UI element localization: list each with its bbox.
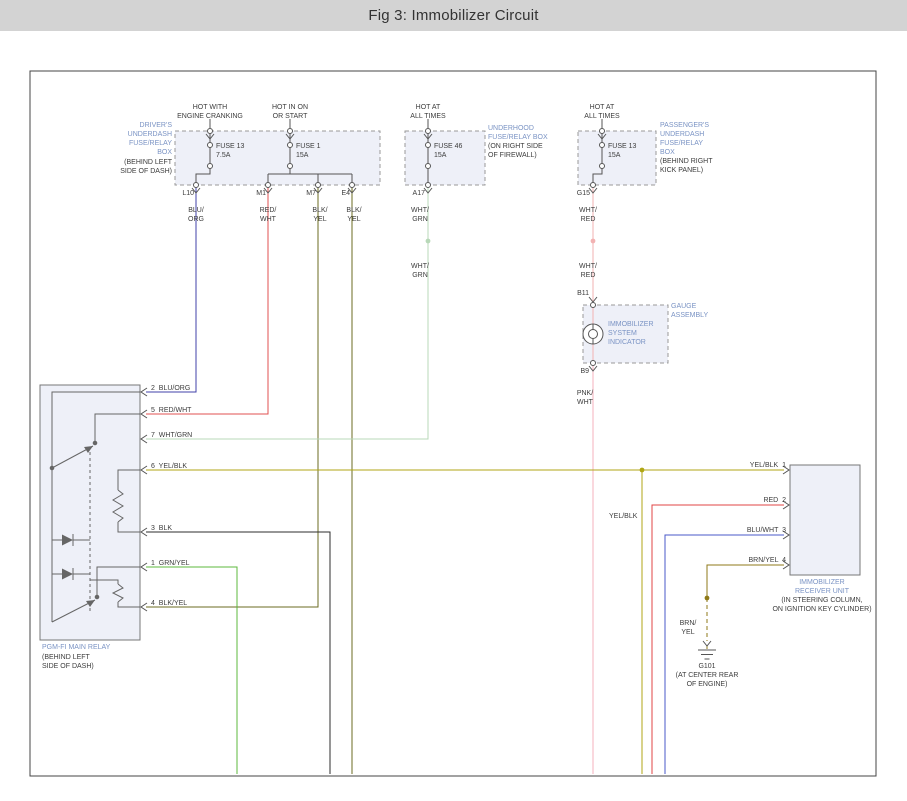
immobilizer-receiver-outline — [790, 465, 860, 575]
ground-symbol — [698, 641, 716, 659]
passengers-fuse-box-location: (BEHIND RIGHT KICK PANEL) — [660, 157, 713, 175]
splice-brn-yel — [705, 596, 710, 601]
hot-in-on-or-start-label: HOT IN ON OR START — [250, 103, 330, 121]
pgm-fi-relay-label: PGM-FI MAIN RELAY — [42, 643, 110, 652]
hot-at-all-times-label-1: HOT AT ALL TIMES — [398, 103, 458, 121]
wire-label-red-wht: RED/ WHT — [250, 206, 286, 224]
splice-wht-grn — [426, 239, 431, 244]
receiver-pin-3-label: BLU/WHT 3 — [716, 526, 786, 535]
connector-g15: G15 — [572, 189, 590, 198]
connector-e4: E4 — [334, 189, 350, 198]
drivers-fuse-box-outline — [175, 131, 380, 185]
wire-label-brn-yel: BRN/ YEL — [672, 619, 704, 637]
underhood-fuse-box-label: UNDERHOOD FUSE/RELAY BOX — [488, 124, 548, 142]
pgm-fi-relay-location: (BEHIND LEFT SIDE OF DASH) — [42, 653, 94, 671]
wire-label-blk-yel-m7: BLK/ YEL — [302, 206, 338, 224]
splice-wht-red — [591, 239, 596, 244]
junction-yel-blk — [640, 468, 645, 473]
connector-a17: A17 — [407, 189, 425, 198]
drivers-fuse-box-label: DRIVER'S UNDERDASH FUSE/RELAY BOX — [92, 121, 172, 157]
receiver-pin-2-label: RED 2 — [716, 496, 786, 505]
receiver-unit-label: IMMOBILIZER RECEIVER UNIT — [752, 578, 892, 596]
connector-l10: L10 — [178, 189, 194, 198]
connector-b9: B9 — [573, 367, 589, 376]
hot-at-all-times-label-2: HOT AT ALL TIMES — [572, 103, 632, 121]
relay-pin-4-label: 4 BLK/YEL — [151, 599, 187, 608]
connector-m7: M7 — [300, 189, 316, 198]
junction-dots — [426, 239, 710, 601]
passengers-fuse-box-label: PASSENGER'S UNDERDASH FUSE/RELAY BOX — [660, 121, 709, 157]
hot-with-engine-cranking-label: HOT WITH ENGINE CRANKING — [165, 103, 255, 121]
receiver-pin-arrows — [783, 466, 789, 569]
ground-g101-label: G101 — [689, 662, 725, 671]
connector-m1: M1 — [250, 189, 266, 198]
relay-pin-3-label: 3 BLK — [151, 524, 172, 533]
drivers-fuse-box-location: (BEHIND LEFT SIDE OF DASH) — [92, 158, 172, 176]
wire-label-blu-org: BLU/ ORG — [178, 206, 214, 224]
relay-pin-5-label: 5 RED/WHT — [151, 406, 191, 415]
receiver-pin-4-label: BRN/YEL 4 — [716, 556, 786, 565]
wire-label-wht-grn-lower: WHT/ GRN — [402, 262, 438, 280]
wire-label-yel-blk-branch: YEL/BLK — [609, 512, 637, 521]
immobilizer-circuit-page: Fig 3: Immobilizer Circuit — [0, 0, 907, 801]
underhood-fuse-box-location: (ON RIGHT SIDE OF FIREWALL) — [488, 142, 543, 160]
gauge-assembly-label: GAUGE ASSEMBLY — [671, 302, 708, 320]
fuse13-passenger-label: FUSE 13 15A — [608, 142, 636, 160]
fuse13-driver-label: FUSE 13 7.5A — [216, 142, 244, 160]
indicator-bulb-icon — [583, 324, 603, 344]
relay-pin-2-label: 2 BLU/ORG — [151, 384, 190, 393]
wire-blk-yel-m7 — [146, 185, 318, 607]
relay-pin-7-label: 7 WHT/GRN — [151, 431, 192, 440]
immobilizer-indicator-label: IMMOBILIZER SYSTEM INDICATOR — [608, 320, 654, 347]
wire-label-pnk-wht: PNK/ WHT — [567, 389, 603, 407]
wire-red — [652, 505, 784, 774]
receiver-unit-location: (IN STEERING COLUMN, ON IGNITION KEY CYL… — [752, 596, 892, 614]
wire-label-wht-red-lower: WHT/ RED — [570, 262, 606, 280]
wire-label-blk-yel-e4: BLK/ YEL — [336, 206, 372, 224]
fuse46-label: FUSE 46 15A — [434, 142, 462, 160]
wire-blk — [146, 532, 330, 774]
wire-blu-wht — [665, 535, 784, 774]
receiver-pin-1-label: YEL/BLK 1 — [716, 461, 786, 470]
ground-g101-location: (AT CENTER REAR OF ENGINE) — [657, 671, 757, 689]
wire-label-wht-grn-upper: WHT/ GRN — [402, 206, 438, 224]
relay-pin-1-label: 1 GRN/YEL — [151, 559, 190, 568]
relay-pin-6-label: 6 YEL/BLK — [151, 462, 187, 471]
connector-b11: B11 — [571, 289, 589, 298]
fuse1-label: FUSE 1 15A — [296, 142, 321, 160]
relay-pin-arrows — [141, 388, 147, 611]
fuse-and-connector-symbols — [141, 119, 789, 659]
wire-label-wht-red-upper: WHT/ RED — [570, 206, 606, 224]
